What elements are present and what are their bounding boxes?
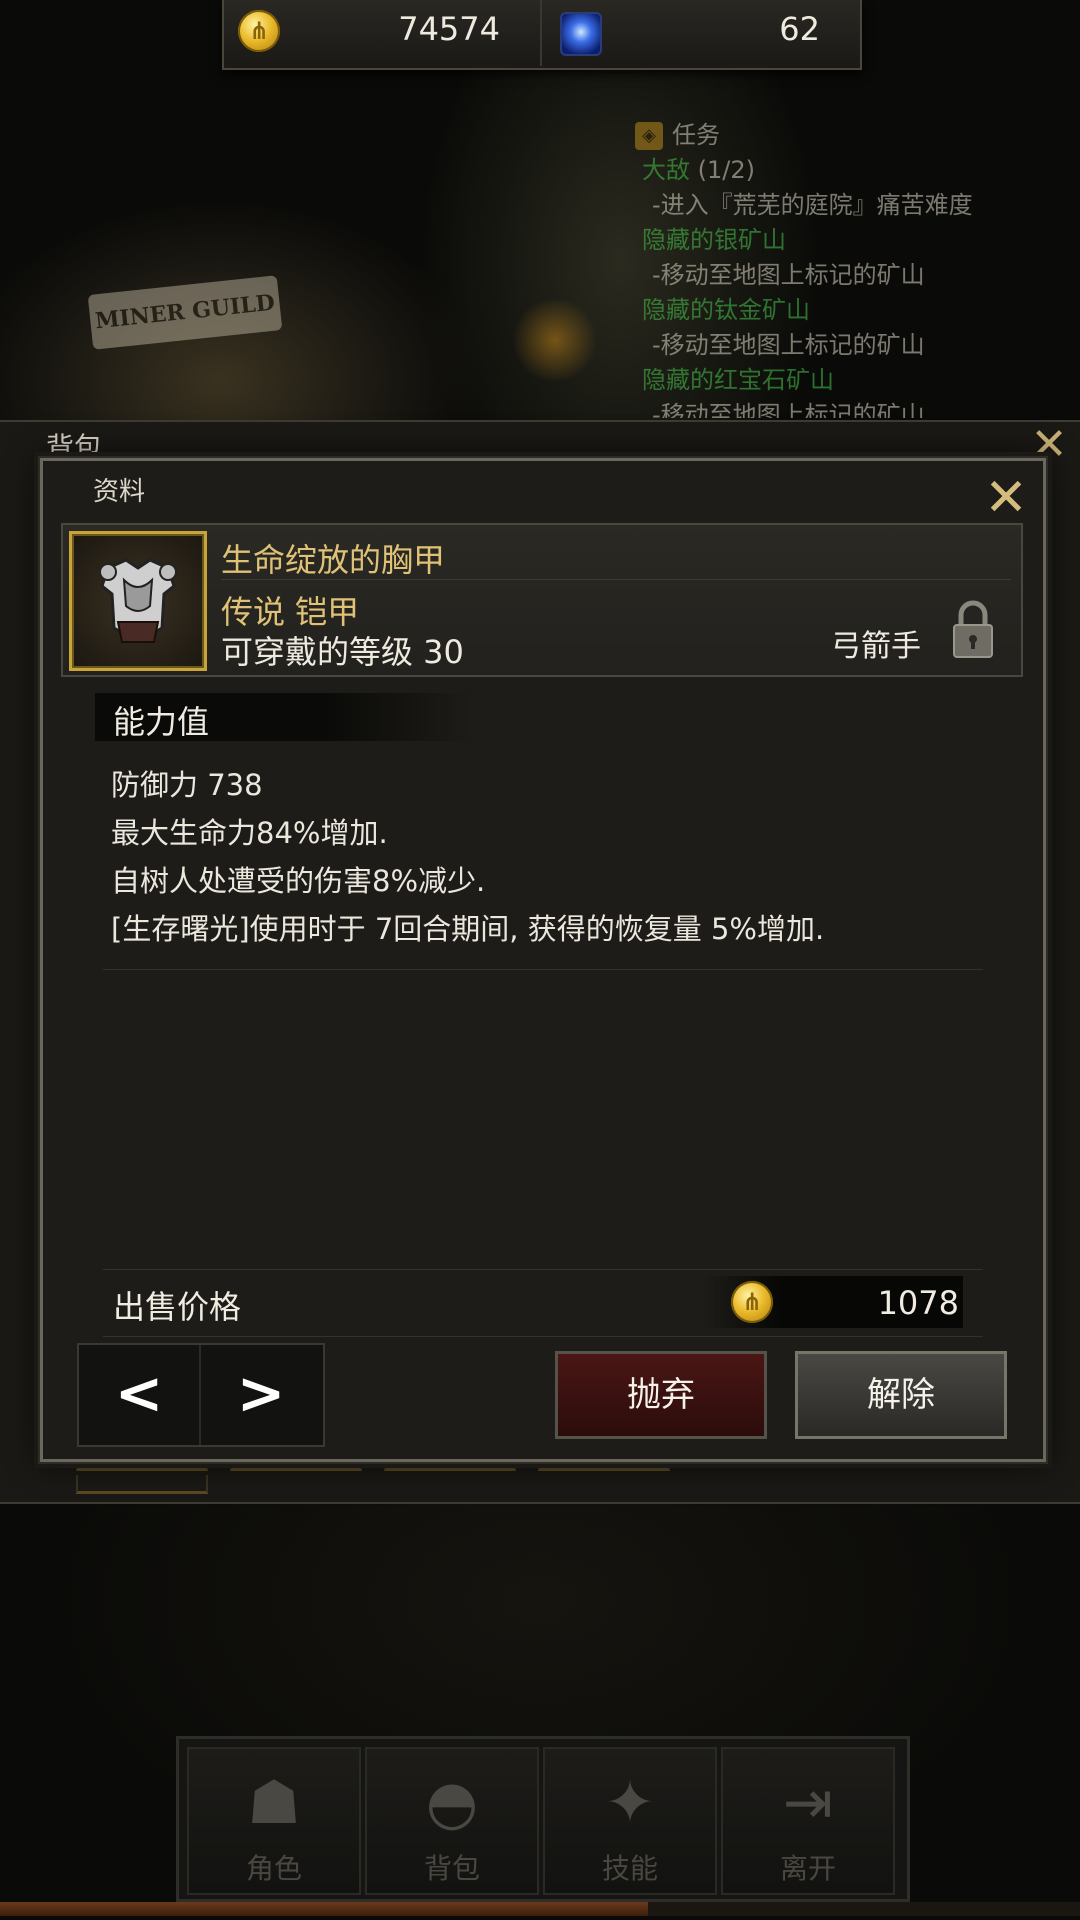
item-required-level: 可穿戴的等级 30 [221, 633, 464, 671]
chevron-left-icon: < [114, 1359, 164, 1427]
blue-gem-icon [560, 12, 602, 56]
quest-title[interactable]: 隐藏的钛金矿山 [630, 293, 1080, 328]
quest-desc: -移动至地图上标记的矿山 [652, 401, 925, 418]
stat-line: 自树人处遭受的伤害8%减少. [111, 864, 486, 898]
sell-price-value: 1078 [877, 1284, 959, 1322]
quest-title[interactable]: 隐藏的红宝石矿山 [630, 363, 1080, 398]
miner-guild-sign: MINER GUILD [87, 275, 283, 350]
bottom-nav: ☗ 角色 ◓ 背包 ✦ 技能 ⇥ 离开 [176, 1736, 910, 1902]
dialog-close-icon[interactable]: ✕ [981, 472, 1031, 524]
stats-section-title: 能力值 [113, 703, 210, 741]
nav-tab-character[interactable]: ☗ 角色 [187, 1747, 361, 1895]
dialog-title: 资料 [93, 477, 146, 507]
item-name: 生命绽放的胸甲 [221, 541, 446, 579]
sell-price-label: 出售价格 [113, 1288, 242, 1326]
nav-tab-label: 技能 [601, 1852, 658, 1885]
quest-progress: (1/2) [697, 156, 755, 184]
item-icon-frame [69, 531, 207, 671]
unequip-button[interactable]: 解除 [795, 1351, 1007, 1439]
item-nav-group: < > [77, 1343, 325, 1447]
item-class: 弓箭手 [831, 629, 921, 664]
sell-price-box: 1078 [703, 1276, 963, 1328]
quest-title[interactable]: 大敌 (1/2) [630, 153, 1080, 188]
nav-tab-label: 背包 [423, 1852, 480, 1885]
previous-item-button[interactable]: < [79, 1345, 201, 1445]
item-summary-card: 生命绽放的胸甲 传说 铠甲 可穿戴的等级 30 弓箭手 [61, 523, 1023, 677]
quest-desc: -进入『荒芜的庭院』痛苦难度 [652, 191, 973, 219]
item-divider [221, 579, 1011, 580]
quest-header-label: 任务 [672, 121, 720, 149]
experience-fill [0, 1902, 648, 1916]
stat-line: 最大生命力84%增加. [111, 816, 388, 850]
exit-door-icon: ⇥ [782, 1768, 834, 1838]
sell-price-row: 出售价格 1078 [103, 1269, 983, 1337]
nav-tab-label: 角色 [245, 1852, 302, 1885]
bag-icon: ◓ [425, 1768, 479, 1838]
chevron-right-icon: > [236, 1359, 286, 1427]
gem-amount: 62 [779, 10, 820, 48]
quest-desc: -移动至地图上标记的矿山 [652, 331, 925, 359]
next-item-button[interactable]: > [201, 1345, 321, 1445]
nav-tab-exit[interactable]: ⇥ 离开 [721, 1747, 895, 1895]
inventory-slot[interactable] [76, 1475, 208, 1494]
nav-tab-label: 离开 [779, 1852, 836, 1885]
swords-icon: ✦ [604, 1768, 656, 1838]
stats-divider [103, 969, 983, 970]
quest-tracker[interactable]: ◈ 任务 大敌 (1/2) -进入『荒芜的庭院』痛苦难度 隐藏的银矿山 -移动至… [630, 118, 1080, 418]
stats-section-header: 能力值 [95, 693, 475, 741]
experience-bar [0, 1902, 1080, 1916]
currency-bar: 74574 62 [222, 0, 862, 70]
gold-amount: 74574 [398, 10, 500, 48]
map-light-glow [510, 300, 600, 380]
lock-icon[interactable] [951, 599, 995, 661]
gold-coin-icon [238, 10, 280, 52]
chest-armor-icon [99, 558, 177, 644]
discard-button[interactable]: 抛弃 [555, 1351, 767, 1439]
gem-counter: 62 [542, 0, 860, 66]
stats-list: 防御力 738 最大生命力84%增加. 自树人处遭受的伤害8%减少. [生存曙光… [111, 761, 1011, 953]
gold-counter: 74574 [224, 0, 542, 66]
gold-coin-icon [731, 1281, 773, 1323]
quest-header: ◈ 任务 [630, 118, 1080, 153]
stat-line: 防御力 738 [111, 768, 263, 802]
nav-tab-bag[interactable]: ◓ 背包 [365, 1747, 539, 1895]
quest-desc: -移动至地图上标记的矿山 [652, 261, 925, 289]
hooded-figure-icon: ☗ [247, 1768, 301, 1838]
item-info-dialog: 资料 ✕ 生命绽放的胸甲 传说 铠甲 可穿戴的等级 30 弓箭手 能力值 防御力… [38, 456, 1048, 1464]
stat-line: [生存曙光]使用时于 7回合期间, 获得的恢复量 5%增加. [111, 912, 825, 946]
quest-title[interactable]: 隐藏的银矿山 [630, 223, 1080, 258]
nav-tab-skills[interactable]: ✦ 技能 [543, 1747, 717, 1895]
quest-icon: ◈ [635, 122, 663, 150]
